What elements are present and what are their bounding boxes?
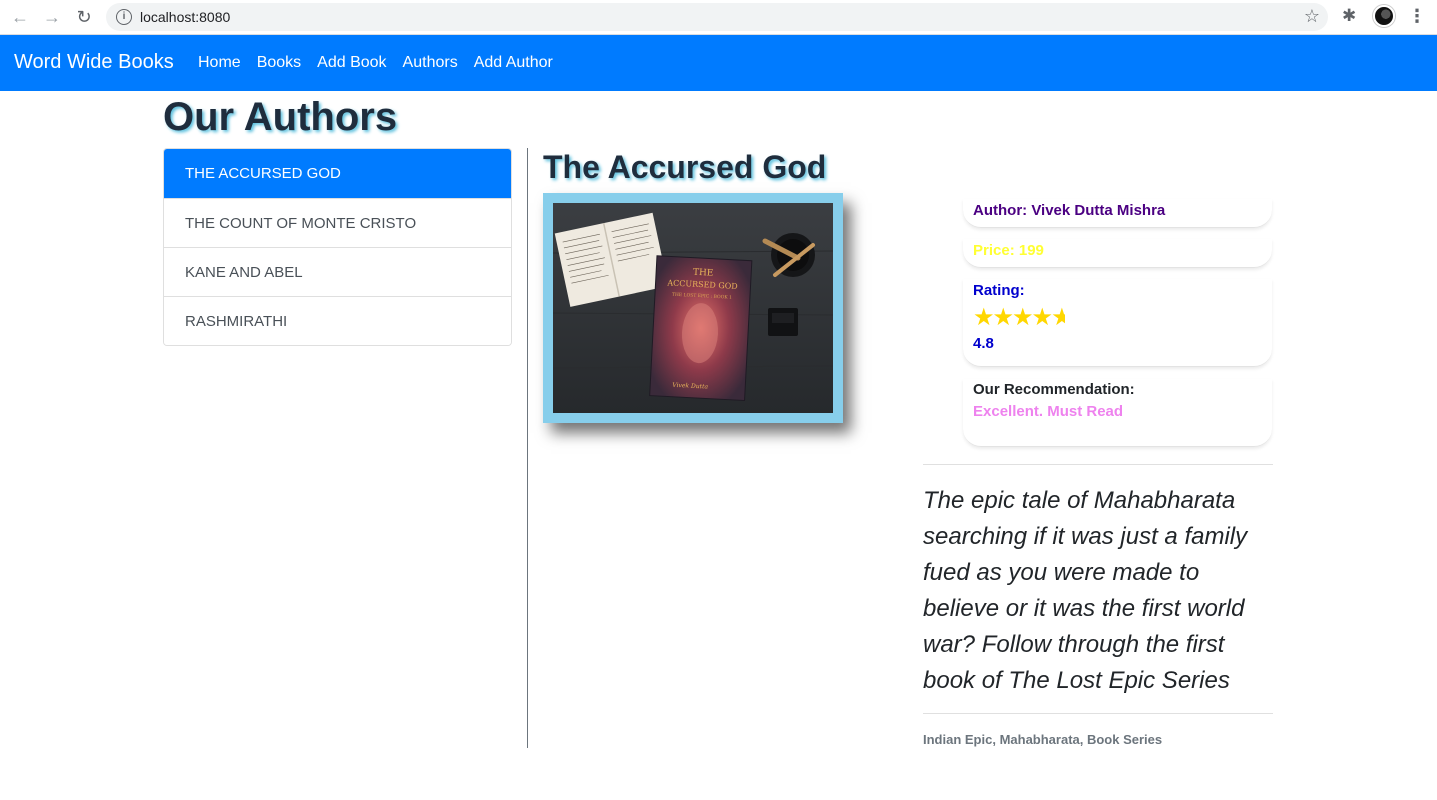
nav-add-author-link[interactable]: Add Author	[474, 54, 553, 72]
brand-link[interactable]: Word Wide Books	[14, 51, 174, 74]
price-card: Price: 199	[963, 239, 1272, 268]
url-text[interactable]: localhost:8080	[140, 9, 230, 25]
star-icon: ★	[973, 304, 994, 331]
book-description: The epic tale of Mahabharata searching i…	[923, 487, 1248, 694]
star-icon: ★	[1031, 304, 1053, 331]
nav-links: Home Books Add Book Authors Add Author	[198, 54, 569, 72]
book-list: THE ACCURSED GOD THE COUNT OF MONTE CRIS…	[163, 148, 512, 346]
cover-title-line1: THE	[693, 268, 714, 279]
reload-icon[interactable]: ↻	[72, 6, 96, 28]
list-item-rashmirathi[interactable]: RASHMIRATHI	[164, 296, 511, 345]
book-tags: Indian Epic, Mahabharata, Book Series	[923, 732, 1163, 747]
list-item-accursed-god[interactable]: THE ACCURSED GOD	[164, 149, 511, 198]
menu-icon[interactable]: ⋮	[1408, 6, 1426, 27]
nav-home-link[interactable]: Home	[198, 54, 241, 72]
nav-authors-link[interactable]: Authors	[403, 54, 458, 72]
star-icon: ★	[992, 304, 1014, 331]
recommendation-text: Excellent. Must Read	[973, 403, 1124, 420]
rating-stars: ★★★★★	[973, 305, 1262, 331]
profile-avatar[interactable]	[1373, 5, 1395, 27]
recommendation-label: Our Recommendation:	[973, 381, 1135, 398]
book-title: The Accursed God	[543, 149, 827, 185]
separator	[923, 713, 1273, 714]
rating-card: Rating: ★★★★★ 4.8	[963, 279, 1272, 367]
star-icon[interactable]: ☆	[1304, 6, 1320, 27]
browser-toolbar: ← → ↻ i localhost:8080 ☆ ✱ ⋮	[0, 0, 1437, 35]
page-title: Our Authors	[163, 95, 398, 139]
back-icon[interactable]: ←	[8, 6, 32, 28]
app-navbar: Word Wide Books Home Books Add Book Auth…	[0, 35, 1437, 91]
book-cover-image: THE ACCURSED GOD THE LOST EPIC : BOOK 1 …	[553, 203, 833, 413]
price-text: Price: 199	[973, 242, 1044, 259]
address-bar[interactable]: i localhost:8080 ☆	[106, 3, 1328, 31]
rating-label: Rating:	[973, 282, 1025, 299]
extensions-icon[interactable]: ✱	[1342, 6, 1356, 26]
forward-icon[interactable]: →	[40, 6, 64, 28]
nav-books-link[interactable]: Books	[257, 54, 301, 72]
list-item-count-of-monte-cristo[interactable]: THE COUNT OF MONTE CRISTO	[164, 198, 511, 247]
recommendation-card: Our Recommendation: Excellent. Must Read	[963, 379, 1272, 447]
star-icon: ★	[1012, 304, 1033, 331]
rating-value: 4.8	[973, 335, 994, 352]
nav-add-book-link[interactable]: Add Book	[317, 54, 386, 72]
partial-star-icon: ★	[1051, 305, 1066, 331]
author-card: Author: Vivek Dutta Mishra	[963, 199, 1272, 228]
info-icon[interactable]: i	[116, 9, 132, 25]
vertical-divider	[527, 148, 528, 748]
list-item-kane-and-abel[interactable]: KANE AND ABEL	[164, 247, 511, 296]
book-cover-frame: THE ACCURSED GOD THE LOST EPIC : BOOK 1 …	[543, 193, 843, 423]
author-text: Author: Vivek Dutta Mishra	[973, 202, 1166, 219]
separator	[923, 464, 1273, 465]
